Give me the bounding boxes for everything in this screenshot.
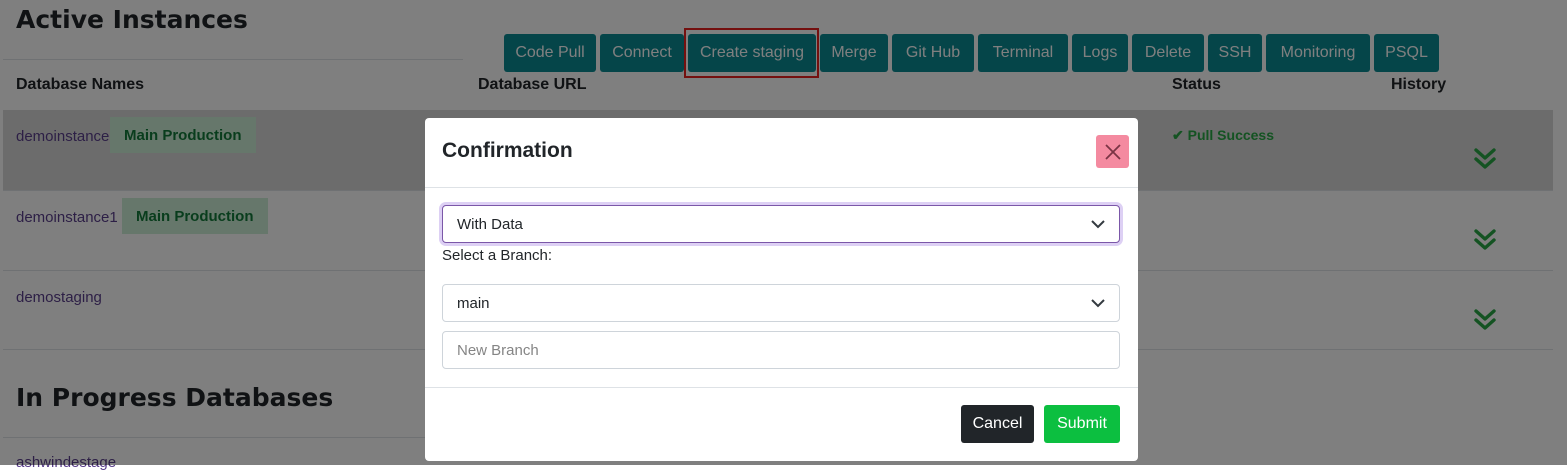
- chevron-down-icon: [1091, 299, 1105, 308]
- chevron-down-icon: [1091, 220, 1105, 229]
- modal-footer: Cancel Submit: [425, 387, 1138, 462]
- data-option-select[interactable]: With Data: [442, 205, 1120, 243]
- modal-header: Confirmation: [425, 118, 1138, 188]
- data-option-value: With Data: [457, 216, 523, 233]
- new-branch-input[interactable]: [442, 331, 1120, 369]
- submit-button[interactable]: Submit: [1044, 405, 1120, 443]
- branch-select[interactable]: main: [442, 284, 1120, 322]
- confirmation-modal: Confirmation With Data Select a Branch: …: [425, 118, 1138, 461]
- close-icon: [1104, 143, 1121, 160]
- close-button[interactable]: [1096, 135, 1129, 168]
- branch-value: main: [457, 295, 490, 312]
- cancel-button[interactable]: Cancel: [961, 405, 1034, 443]
- branch-label: Select a Branch:: [442, 247, 553, 264]
- modal-title: Confirmation: [442, 139, 573, 162]
